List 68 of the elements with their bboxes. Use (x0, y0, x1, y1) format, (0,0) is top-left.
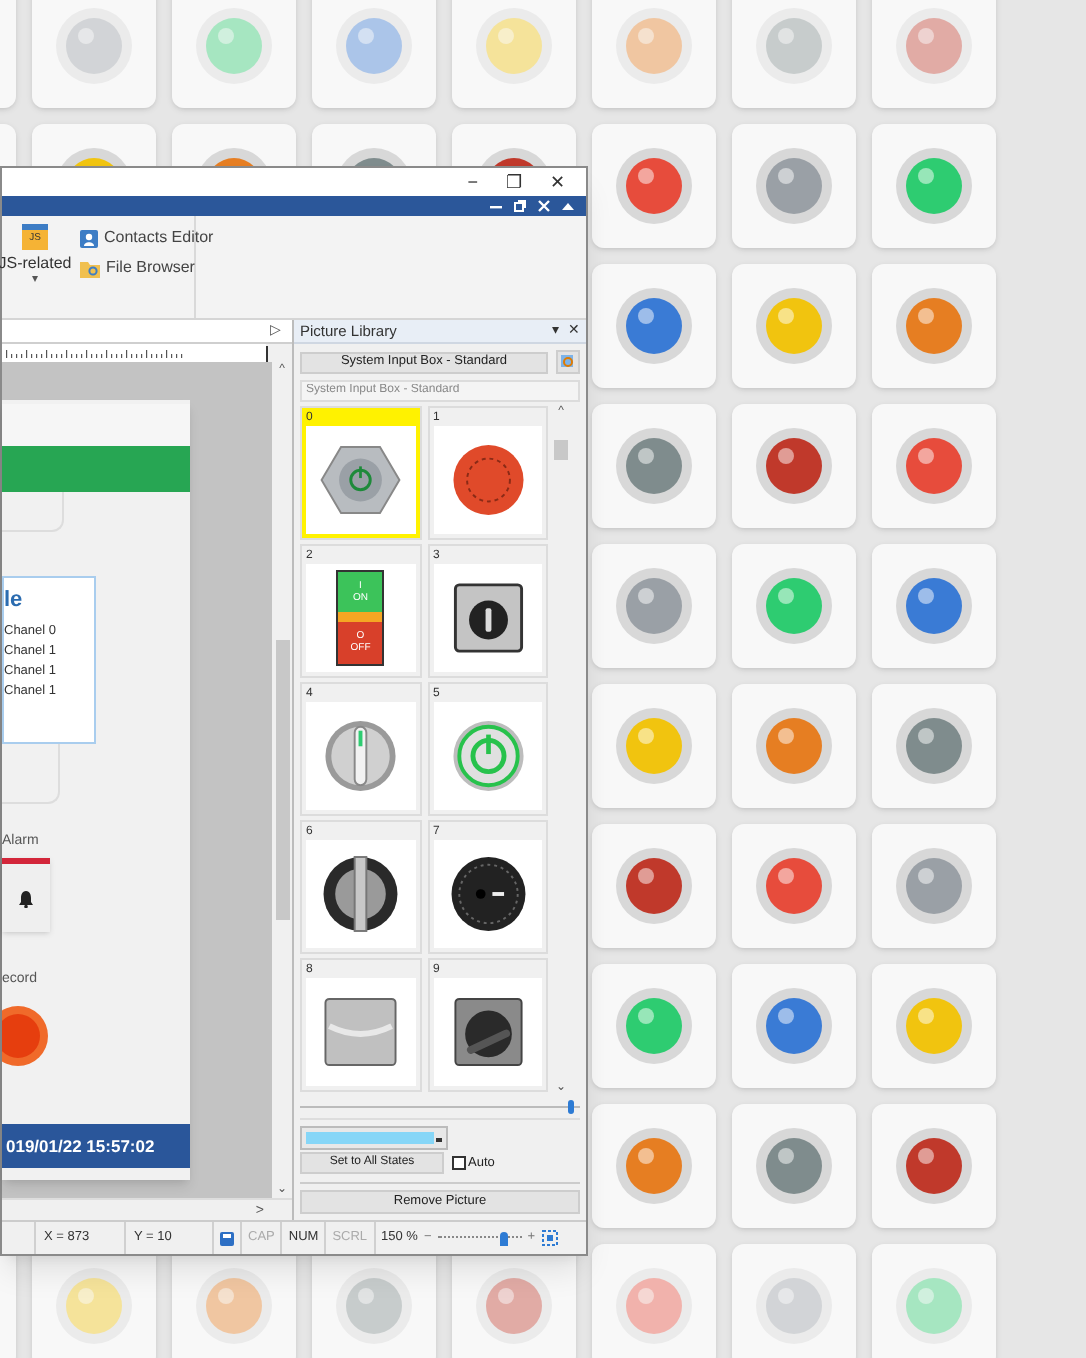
scrollbar-thumb[interactable] (275, 640, 289, 920)
color-dropdown[interactable] (300, 1126, 448, 1151)
indicator-light-icon (750, 142, 838, 230)
indicator-light-icon (890, 282, 978, 370)
indicator-light-icon (890, 2, 978, 90)
indicator-light-icon (750, 982, 838, 1070)
window-control-button[interactable]: − (467, 173, 478, 191)
section-frame (2, 744, 60, 804)
folder-search-icon (80, 259, 100, 277)
indicator-light-icon (610, 2, 698, 90)
search-icon (560, 354, 576, 370)
ribbon-item[interactable]: Contacts Editor (80, 226, 214, 250)
indicator-light-icon (470, 2, 558, 90)
restore-icon (514, 200, 526, 212)
save-icon (220, 1231, 234, 1245)
indicator-light-icon (750, 422, 838, 510)
window-control-button[interactable]: ✕ (550, 173, 566, 191)
indicator-light-icon (610, 142, 698, 230)
indicator-light-icon (610, 1122, 698, 1210)
indicator-light-icon (190, 2, 278, 90)
indicator-light-icon (890, 1122, 978, 1210)
indicator-light-icon (890, 982, 978, 1070)
minimize-icon (490, 200, 502, 212)
indicator-light-icon (610, 422, 698, 510)
indicator-light-icon (50, 2, 138, 90)
date-time-bar: 019/01/22 15:57:02 (2, 1124, 190, 1168)
indicator-light-icon (890, 562, 978, 650)
indicator-light-icon (750, 842, 838, 930)
indicator-light-icon (750, 702, 838, 790)
indicator-light-icon (750, 2, 838, 90)
indicator-light-icon (610, 562, 698, 650)
fit-page-icon (541, 1230, 558, 1246)
indicator-light-icon (470, 1262, 558, 1350)
record-button-drawing (2, 1002, 50, 1070)
indicator-light-icon (190, 1262, 278, 1350)
indicator-light-icon (610, 282, 698, 370)
card-title: le (4, 590, 25, 612)
slider-thumb[interactable] (568, 1099, 575, 1114)
ribbon-item[interactable]: File Browser (80, 256, 214, 280)
close-icon (538, 200, 550, 212)
collapse-icon (562, 200, 574, 212)
indicator-light-icon (750, 1122, 838, 1210)
size-slider[interactable] (300, 1099, 580, 1113)
indicator-light-icon (890, 842, 978, 930)
indicator-light-icon (890, 702, 978, 790)
indicator-light-icon (750, 1262, 838, 1350)
indicator-light-icon (610, 1262, 698, 1350)
color-swatch (306, 1132, 434, 1145)
indicator-light-icon (890, 1262, 978, 1350)
indicator-light-icon (890, 142, 978, 230)
indicator-light-icon (50, 1262, 138, 1350)
indicator-light-icon (750, 282, 838, 370)
scrollbar-thumb[interactable] (554, 439, 568, 460)
indicator-light-icon (610, 982, 698, 1070)
bell-icon (18, 889, 34, 907)
indicator-light-icon (610, 842, 698, 930)
indicator-light-icon (330, 2, 418, 90)
indicator-light-icon (750, 562, 838, 650)
zoom-slider[interactable] (437, 1231, 522, 1245)
search-button[interactable] (556, 350, 580, 374)
window-control-button[interactable]: ❐ (506, 173, 522, 191)
alarm-button[interactable] (2, 858, 50, 932)
indicator-light-icon (890, 422, 978, 510)
indicator-light-icon (330, 1262, 418, 1350)
contact-card-icon (80, 229, 98, 247)
section-frame (2, 492, 64, 532)
indicator-light-icon (610, 702, 698, 790)
slider-thumb[interactable] (500, 1231, 509, 1245)
